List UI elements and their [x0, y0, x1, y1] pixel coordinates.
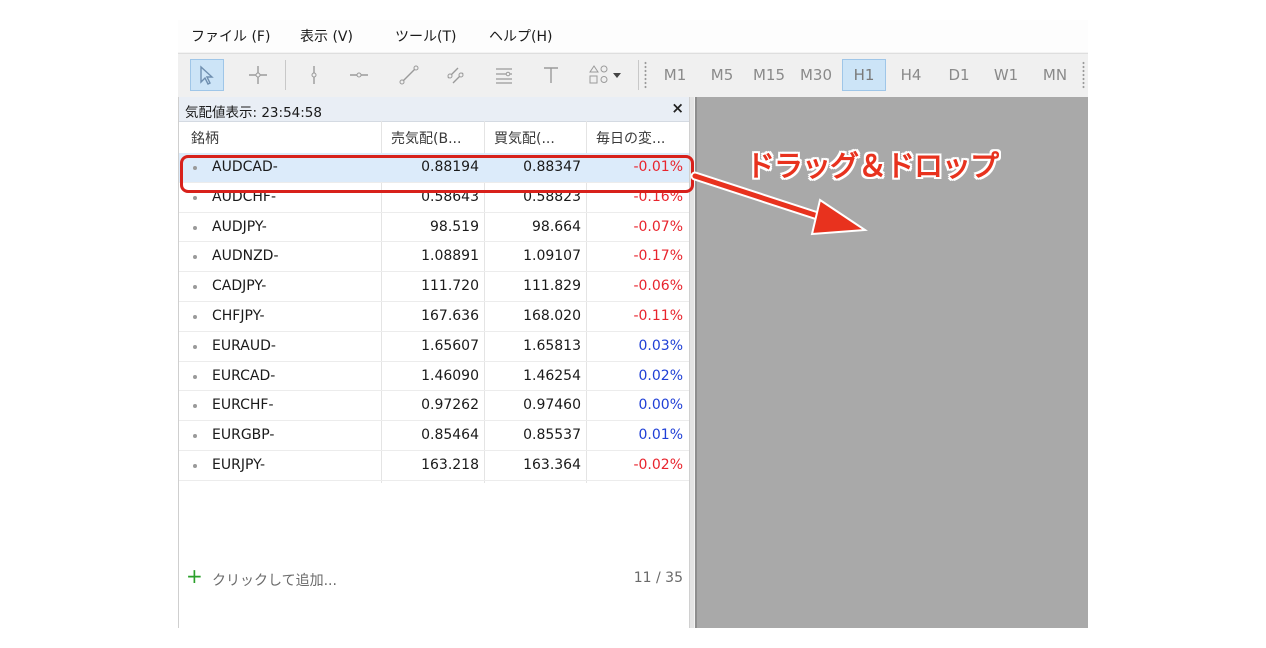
market-watch-title-bar[interactable]: 気配値表示: 23:54:58 ×: [179, 97, 692, 122]
menu-tools[interactable]: ツール(T): [395, 26, 456, 46]
change-cell: -0.17%: [633, 248, 683, 265]
timeframe-h1[interactable]: H1: [842, 59, 886, 91]
row-bullet-icon: [193, 314, 197, 319]
symbol-cell: EURAUD-: [212, 337, 276, 354]
toolbar: M1 M5 M15 M30 H1 H4 D1 W1 MN: [178, 53, 1088, 97]
table-row[interactable]: AUDJPY- 98.519 98.664 -0.07%: [179, 213, 689, 243]
timeframe-w1[interactable]: W1: [985, 59, 1027, 91]
bid-cell: 1.46090: [421, 367, 479, 384]
crosshair-icon[interactable]: [241, 59, 275, 91]
vertical-line-icon[interactable]: [297, 59, 331, 91]
symbol-cell: EURJPY-: [212, 456, 266, 473]
table-row[interactable]: EURGBP- 0.85464 0.85537 0.01%: [179, 421, 689, 451]
bid-cell: 0.97262: [421, 397, 479, 414]
change-cell: -0.11%: [633, 307, 683, 324]
shapes-icon[interactable]: [579, 59, 633, 91]
row-bullet-icon: [193, 434, 197, 439]
bid-cell: 1.08891: [421, 248, 479, 265]
bid-cell: 0.85464: [421, 427, 479, 444]
timeframe-m1[interactable]: M1: [654, 59, 696, 91]
timeframe-d1[interactable]: D1: [938, 59, 980, 91]
bid-cell: 111.720: [421, 278, 479, 295]
ask-cell: 1.09107: [523, 248, 581, 265]
menu-file[interactable]: ファイル (F): [191, 26, 270, 46]
table-row[interactable]: EURCHF- 0.97262 0.97460 0.00%: [179, 391, 689, 422]
add-symbol-label[interactable]: クリックして追加...: [212, 570, 337, 590]
row-bullet-icon: [193, 344, 197, 349]
table-row[interactable]: EURAUD- 1.65607 1.65813 0.03%: [179, 332, 689, 362]
ask-cell: 111.829: [523, 278, 581, 295]
drag-drop-annotation: ドラッグ＆ドロップ: [746, 149, 999, 183]
trading-app-window: ファイル (F) 表示 (V) ツール(T) ヘルプ(H) M1 M5 M15 …: [178, 20, 1088, 628]
table-row[interactable]: EURCAD- 1.46090 1.46254 0.02%: [179, 362, 689, 392]
horizontal-line-icon[interactable]: [342, 59, 376, 91]
ask-cell: 0.97460: [523, 397, 581, 414]
row-bullet-icon: [193, 374, 197, 379]
cursor-icon[interactable]: [190, 59, 224, 91]
table-row[interactable]: AUDNZD- 1.08891 1.09107 -0.17%: [179, 242, 689, 273]
market-watch-header: 銘柄 売気配(B... 買気配(... 毎日の変...: [179, 121, 692, 154]
table-row[interactable]: CADJPY- 111.720 111.829 -0.06%: [179, 272, 689, 302]
timeframe-h4[interactable]: H4: [890, 59, 932, 91]
plus-icon[interactable]: +: [186, 564, 203, 588]
table-row[interactable]: EURJPY- 163.218 163.364 -0.02%: [179, 451, 689, 481]
channel-icon[interactable]: [439, 59, 473, 91]
symbol-count: 11 / 35: [633, 570, 683, 586]
change-cell: 0.01%: [638, 427, 683, 444]
symbol-cell: AUDJPY-: [212, 218, 267, 235]
menu-bar: ファイル (F) 表示 (V) ツール(T) ヘルプ(H): [178, 20, 1088, 52]
market-watch-rows: AUDCAD- 0.88194 0.88347 -0.01% AUDCHF- 0.5864…: [179, 153, 689, 481]
toolbar-grip[interactable]: [1082, 61, 1085, 89]
ask-cell: 163.364: [523, 456, 581, 473]
row-bullet-icon: [193, 195, 197, 200]
text-icon[interactable]: [534, 59, 568, 91]
market-watch-title: 気配値表示: 23:54:58: [185, 105, 322, 121]
change-cell: -0.02%: [633, 456, 683, 473]
column-header-change[interactable]: 毎日の変...: [596, 128, 665, 148]
row-bullet-icon: [193, 404, 197, 409]
row-bullet-icon: [193, 225, 197, 230]
change-cell: 0.03%: [638, 337, 683, 354]
change-cell: 0.02%: [638, 367, 683, 384]
bid-cell: 98.519: [430, 218, 479, 235]
column-header-ask[interactable]: 買気配(...: [494, 128, 555, 148]
bid-cell: 167.636: [421, 307, 479, 324]
symbol-cell: EURGBP-: [212, 427, 275, 444]
row-bullet-icon: [193, 463, 197, 468]
bid-cell: 1.65607: [421, 337, 479, 354]
selected-row-highlight: [180, 155, 694, 193]
ask-cell: 1.46254: [523, 367, 581, 384]
symbol-cell: CHFJPY-: [212, 307, 265, 324]
column-header-symbol[interactable]: 銘柄: [191, 128, 219, 148]
change-cell: -0.06%: [633, 278, 683, 295]
add-symbol-row[interactable]: + クリックして追加... 11 / 35: [179, 563, 689, 593]
symbol-cell: CADJPY-: [212, 278, 267, 295]
timeframe-m5[interactable]: M5: [701, 59, 743, 91]
row-bullet-icon: [193, 285, 197, 290]
fibonacci-icon[interactable]: [487, 59, 521, 91]
symbol-cell: EURCAD-: [212, 367, 276, 384]
timeframe-mn[interactable]: MN: [1032, 59, 1078, 91]
toolbar-separator: [285, 60, 286, 90]
close-icon[interactable]: ×: [671, 99, 684, 117]
timeframe-m15[interactable]: M15: [748, 59, 790, 91]
ask-cell: 1.65813: [523, 337, 581, 354]
column-header-bid[interactable]: 売気配(B...: [391, 128, 461, 148]
ask-cell: 168.020: [523, 307, 581, 324]
table-row[interactable]: CHFJPY- 167.636 168.020 -0.11%: [179, 302, 689, 332]
toolbar-grip[interactable]: [644, 61, 647, 89]
symbol-cell: EURCHF-: [212, 397, 274, 414]
trendline-icon[interactable]: [392, 59, 426, 91]
row-bullet-icon: [193, 255, 197, 260]
symbol-cell: AUDNZD-: [212, 248, 279, 265]
ask-cell: 98.664: [532, 218, 581, 235]
ask-cell: 0.85537: [523, 427, 581, 444]
toolbar-separator: [638, 60, 639, 90]
timeframe-m30[interactable]: M30: [795, 59, 837, 91]
menu-view[interactable]: 表示 (V): [300, 26, 353, 46]
change-cell: 0.00%: [638, 397, 683, 414]
menu-help[interactable]: ヘルプ(H): [489, 26, 552, 46]
change-cell: -0.07%: [633, 218, 683, 235]
bid-cell: 163.218: [421, 456, 479, 473]
